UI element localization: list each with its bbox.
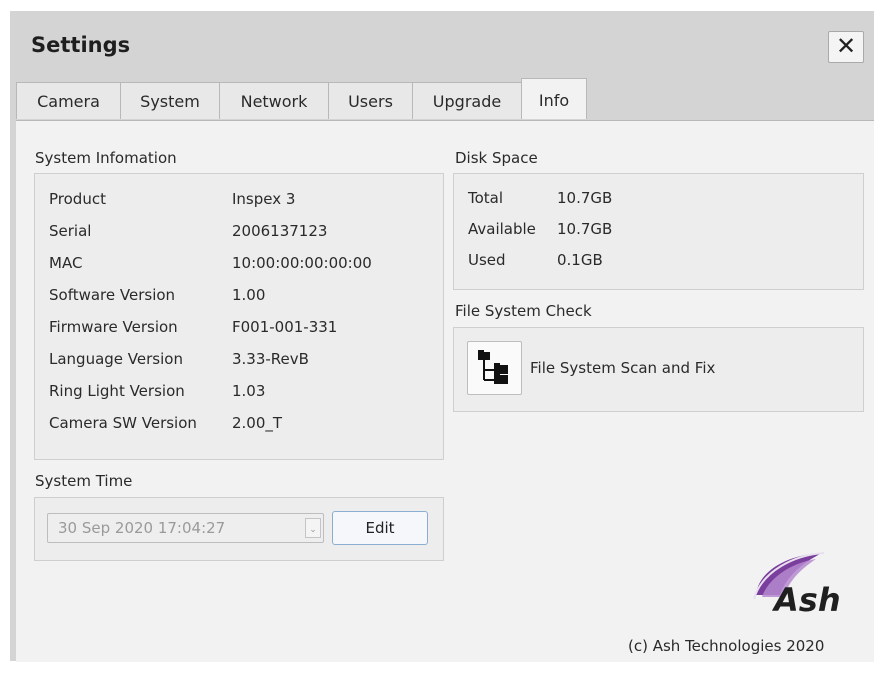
disk-key-used: Used xyxy=(468,251,506,269)
info-key-ring-light-version: Ring Light Version xyxy=(49,382,185,400)
info-key-mac: MAC xyxy=(49,254,83,272)
info-value-language-version: 3.33-RevB xyxy=(232,350,309,368)
info-key-firmware-version: Firmware Version xyxy=(49,318,178,336)
system-info-heading: System Infomation xyxy=(35,149,177,167)
info-key-language-version: Language Version xyxy=(49,350,183,368)
edit-time-button[interactable]: Edit xyxy=(332,511,428,545)
window-title: Settings xyxy=(31,33,131,57)
disk-key-available: Available xyxy=(468,220,536,238)
info-value-ring-light-version: 1.03 xyxy=(232,382,266,400)
tab-upgrade[interactable]: Upgrade xyxy=(412,82,522,119)
info-key-camera-sw-version: Camera SW Version xyxy=(49,414,197,432)
info-value-firmware-version: F001-001-331 xyxy=(232,318,338,336)
info-key-serial: Serial xyxy=(49,222,92,240)
disk-space-box: Total 10.7GB Available 10.7GB Used 0.1GB xyxy=(453,173,864,290)
ash-logo: Ash xyxy=(753,552,841,617)
info-value-software-version: 1.00 xyxy=(232,286,266,304)
settings-window: Settings ✕ Camera System Network Users U… xyxy=(10,11,874,662)
system-time-heading: System Time xyxy=(35,472,133,490)
tab-bar: Camera System Network Users Upgrade Info xyxy=(16,78,874,120)
tab-users[interactable]: Users xyxy=(328,82,413,119)
info-value-camera-sw-version: 2.00_T xyxy=(232,414,283,432)
info-key-software-version: Software Version xyxy=(49,286,176,304)
info-panel: System Infomation Product Inspex 3 Seria… xyxy=(16,120,874,662)
tab-system[interactable]: System xyxy=(120,82,220,119)
logo-text: Ash xyxy=(771,581,841,617)
folder-tree-icon xyxy=(478,350,508,384)
disk-key-total: Total xyxy=(468,189,504,207)
disk-value-available: 10.7GB xyxy=(557,220,613,238)
system-time-box: 30 Sep 2020 17:04:27 ⌄ Edit xyxy=(34,497,444,561)
date-time-field[interactable]: 30 Sep 2020 17:04:27 ⌄ xyxy=(47,513,324,543)
chevron-down-icon[interactable]: ⌄ xyxy=(305,518,321,538)
close-button[interactable]: ✕ xyxy=(828,31,864,63)
disk-value-used: 0.1GB xyxy=(557,251,603,269)
fs-check-box: File System Scan and Fix xyxy=(453,327,864,412)
tab-network[interactable]: Network xyxy=(219,82,329,119)
info-key-product: Product xyxy=(49,190,106,208)
info-value-mac: 10:00:00:00:00:00 xyxy=(232,254,372,272)
disk-value-total: 10.7GB xyxy=(557,189,613,207)
fs-scan-label[interactable]: File System Scan and Fix xyxy=(530,359,715,377)
info-value-product: Inspex 3 xyxy=(232,190,296,208)
system-info-box: Product Inspex 3 Serial 2006137123 MAC 1… xyxy=(34,173,444,460)
info-value-serial: 2006137123 xyxy=(232,222,328,240)
tab-info[interactable]: Info xyxy=(521,78,587,119)
tab-camera[interactable]: Camera xyxy=(16,82,121,119)
fs-check-heading: File System Check xyxy=(455,302,592,320)
disk-space-heading: Disk Space xyxy=(455,149,538,167)
date-time-value: 30 Sep 2020 17:04:27 xyxy=(58,519,226,537)
fs-scan-button[interactable] xyxy=(467,341,522,395)
copyright-text: (c) Ash Technologies 2020 xyxy=(628,637,825,655)
